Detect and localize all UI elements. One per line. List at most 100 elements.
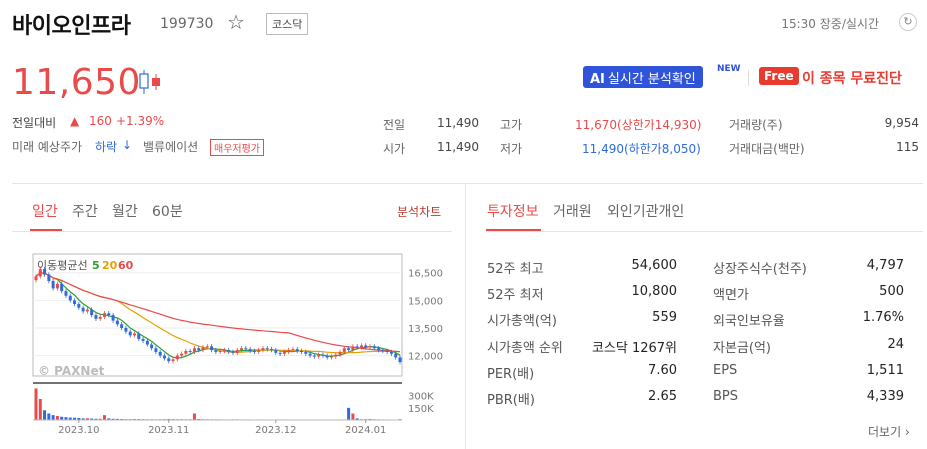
candle-body [368, 346, 372, 348]
candle-body [64, 291, 68, 296]
amount-label: 거래대금(백만) [729, 142, 805, 156]
section-divider [12, 183, 923, 184]
tab-monthly[interactable]: 월간 [112, 201, 138, 221]
candle-body [342, 348, 346, 352]
x-tick-label: 2024.01 [345, 425, 386, 436]
analysis-chart-link[interactable]: 분석차트 [397, 203, 441, 220]
invest-label: PER(배) [487, 367, 535, 382]
candle-body [355, 346, 359, 348]
candle-body [68, 295, 72, 301]
low-value: 11,490(하한가8,050) [582, 142, 701, 156]
free-diagnosis-link[interactable]: 이 종목 무료진단 [802, 68, 902, 88]
high-value: 11,670(상한가14,930) [575, 118, 702, 132]
candle-body [385, 350, 389, 352]
invest-value: 54,600 [631, 258, 678, 273]
invest-value: 코스닥 1267위 [591, 341, 677, 356]
candle-body [47, 274, 51, 282]
tab-investor-types[interactable]: 외인기관개인 [607, 201, 684, 221]
tab-invest-info[interactable]: 투자정보 [487, 201, 539, 221]
volume-tick-label: 300K [408, 392, 434, 403]
candle-body [248, 349, 252, 351]
candle-body [377, 348, 381, 351]
tab-60min[interactable]: 60분 [152, 201, 183, 221]
candle-body [120, 324, 124, 328]
y-tick-label: 15,000 [408, 296, 443, 307]
candle-body [77, 304, 81, 308]
candle-body [60, 283, 64, 292]
tab-brokers[interactable]: 거래원 [553, 201, 592, 221]
tab-daily[interactable]: 일간 [32, 201, 58, 221]
candle-body [180, 353, 184, 356]
invest-label: 52주 최고 [487, 262, 544, 277]
candle-body [351, 346, 355, 351]
invest-label: BPS [713, 389, 739, 404]
invest-label: 상장주식수(천주) [713, 262, 807, 277]
candle-body [115, 320, 119, 325]
more-link[interactable]: 더보기 › [868, 423, 910, 440]
candle-body [338, 351, 342, 355]
x-tick-label: 2023.10 [58, 425, 99, 436]
free-badge[interactable]: Free [759, 67, 799, 85]
volume-bar [55, 415, 59, 420]
candle-body [270, 349, 274, 351]
down-arrow-icon: ↓ [122, 138, 133, 152]
prev-close-value: 11,490 [437, 116, 479, 130]
forecast-value[interactable]: 하락 [95, 138, 117, 155]
ma-legend-5: 5 [92, 259, 100, 272]
column-divider [465, 183, 466, 449]
favorite-star-icon[interactable]: ☆ [227, 10, 245, 34]
promo-divider [748, 70, 749, 86]
volume-label: 거래량(주) [729, 118, 783, 132]
ma-legend-60: 60 [118, 259, 134, 272]
invest-label: EPS [713, 363, 738, 378]
candle-body [278, 352, 282, 354]
candle-body [128, 331, 132, 336]
invest-label: 액면가 [713, 288, 749, 303]
stock-code: 199730 [160, 16, 214, 32]
candle-body [300, 350, 304, 352]
stock-name: 바이오인프라 [12, 14, 131, 39]
candle-body [107, 313, 111, 316]
invest-value: 500 [879, 284, 904, 299]
amount-value: 115 [896, 140, 919, 154]
invest-value: 1,511 [866, 363, 904, 378]
candle-body [171, 359, 175, 362]
price-chart[interactable]: 16,500 15,000 13,500 12,000 300K150K 2023.10… [0, 250, 460, 449]
invest-label: 외국인보유율 [713, 314, 785, 329]
volume-bar [351, 413, 355, 420]
valuation-tag[interactable]: 매우저평가 [210, 139, 264, 156]
candle-body [235, 350, 239, 353]
ma-legend-20: 20 [102, 259, 118, 272]
candle-body [150, 344, 154, 349]
candle-body [282, 351, 286, 354]
invest-label: 자본금(억) [713, 341, 771, 356]
volume-bar [34, 388, 38, 420]
candle-body [244, 348, 248, 350]
candle-body [222, 350, 226, 352]
y-tick-label: 12,000 [408, 352, 443, 363]
candle-body [205, 346, 209, 348]
candle-body [94, 315, 98, 319]
refresh-icon[interactable]: ↻ [899, 13, 917, 31]
tab-weekly[interactable]: 주간 [72, 201, 98, 221]
candle-body [295, 349, 299, 351]
candle-body [347, 348, 351, 351]
candle-body [175, 355, 179, 360]
candle-body [257, 350, 261, 352]
candle-body [291, 349, 295, 351]
volume-bar [43, 410, 47, 420]
chevron-right-icon: › [904, 425, 910, 439]
candle-body [141, 339, 145, 341]
candle-body [154, 348, 158, 352]
ai-analysis-button[interactable]: AI 실시간 분석확인 [583, 66, 703, 88]
market-time: 15:30 장중/실시간 [781, 17, 879, 31]
candle-body [312, 355, 316, 357]
candle-body [145, 340, 149, 345]
candle-body [184, 350, 188, 354]
candle-body [321, 354, 325, 356]
candle-body [81, 307, 85, 312]
volume-value: 9,954 [884, 116, 919, 130]
candle-body [389, 351, 393, 354]
volume-bar [38, 398, 42, 420]
candle-body [98, 316, 102, 319]
